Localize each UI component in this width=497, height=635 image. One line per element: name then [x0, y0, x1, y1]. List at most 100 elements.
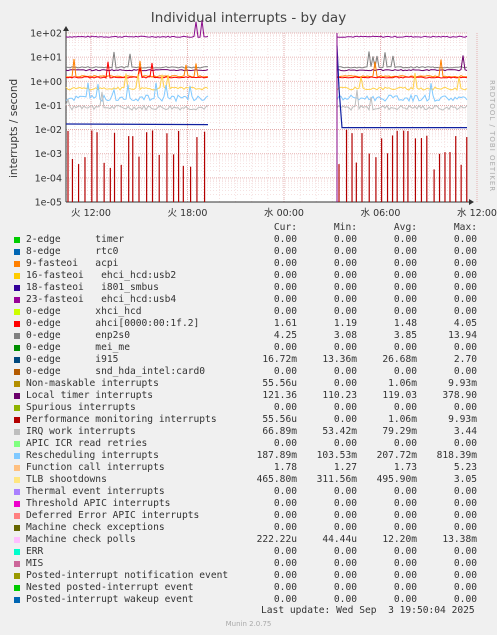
- legend-color-swatch: [14, 237, 20, 243]
- legend-value-min: 1.19: [333, 318, 357, 329]
- legend-value-cur: 0.00: [273, 294, 297, 305]
- legend-value-cur: 0.00: [273, 438, 297, 449]
- legend-color-swatch: [14, 285, 20, 291]
- y-axis-arrow: [63, 26, 69, 31]
- legend-value-max: 0.00: [453, 402, 477, 413]
- legend-series-name: 23-fasteoi ehci_hcd:usb4: [26, 294, 177, 305]
- legend-value-cur: 187.89m: [256, 450, 297, 461]
- x-tick-label: 火 12:00: [71, 208, 111, 219]
- legend-series-name: 8-edge rtc0: [26, 246, 119, 257]
- legend-header: Cur: Min: Avg: Max:: [12, 222, 492, 234]
- legend-color-swatch: [14, 369, 20, 375]
- legend-value-avg: 0.00: [393, 246, 417, 257]
- legend-value-min: 0.00: [333, 546, 357, 557]
- legend-value-max: 0.00: [453, 582, 477, 593]
- legend-value-avg: 0.00: [393, 270, 417, 281]
- legend-row: 8-edge rtc0 0.00 0.00 0.00 0.00: [12, 246, 492, 258]
- legend-row: Posted-interrupt notification event 0.00 0…: [12, 570, 492, 582]
- legend-series-name: Performance monitoring interrupts: [26, 414, 217, 425]
- legend-row: ERR 0.00 0.00 0.00 0.00: [12, 546, 492, 558]
- legend-row: 0-edge mei_me 0.00 0.00 0.00 0.00: [12, 342, 492, 354]
- legend-table: Cur: Min: Avg: Max: 2-edge timer 0.00 0.00 0.00…: [12, 222, 492, 606]
- legend-series-name: TLB shootdowns: [26, 474, 107, 485]
- legend-value-max: 0.00: [453, 282, 477, 293]
- legend-color-swatch: [14, 261, 20, 267]
- legend-color-swatch: [14, 333, 20, 339]
- legend-value-min: 1.27: [333, 462, 357, 473]
- legend-value-avg: 0.00: [393, 366, 417, 377]
- legend-value-cur: 0.00: [273, 570, 297, 581]
- y-tick-label: 1e-02: [35, 125, 62, 136]
- legend-value-avg: 495.90m: [376, 474, 417, 485]
- legend-value-min: 0.00: [333, 234, 357, 245]
- legend-series-name: Deferred Error APIC interrupts: [26, 510, 200, 521]
- legend-series-name: ERR: [26, 546, 44, 557]
- legend-value-avg: 1.48: [393, 318, 417, 329]
- legend-series-name: Spurious interrupts: [26, 402, 136, 413]
- legend-color-swatch: [14, 345, 20, 351]
- legend-series-name: 18-fasteoi i801_smbus: [26, 282, 159, 293]
- legend-series-name: 0-edge mei_me: [26, 342, 130, 353]
- legend-value-cur: 0.00: [273, 546, 297, 557]
- legend-series-name: IRQ work interrupts: [26, 426, 136, 437]
- legend-value-max: 0.00: [453, 438, 477, 449]
- legend-value-min: 0.00: [333, 258, 357, 269]
- legend-value-min: 0.00: [333, 570, 357, 581]
- legend-color-swatch: [14, 309, 20, 315]
- legend-value-cur: 66.89m: [262, 426, 297, 437]
- series-line-i915: [65, 123, 209, 126]
- legend-color-swatch: [14, 417, 20, 423]
- legend-value-min: 0.00: [333, 522, 357, 533]
- legend-row: Rescheduling interrupts 187.89m 103.53m 207…: [12, 450, 492, 462]
- legend-value-min: 0.00: [333, 498, 357, 509]
- y-tick-label: 1e+02: [30, 29, 62, 40]
- legend-value-avg: 207.72m: [376, 450, 417, 461]
- legend-value-min: 0.00: [333, 294, 357, 305]
- legend-color-swatch: [14, 537, 20, 543]
- legend-value-max: 13.94: [448, 330, 477, 341]
- munin-version: Munin 2.0.75: [225, 620, 272, 628]
- legend-value-max: 0.00: [453, 486, 477, 497]
- legend-value-max: 0.00: [453, 498, 477, 509]
- y-tick-label: 1e-01: [35, 101, 62, 112]
- legend-value-avg: 0.00: [393, 522, 417, 533]
- legend-color-swatch: [14, 549, 20, 555]
- legend-series-name: Rescheduling interrupts: [26, 450, 159, 461]
- legend-value-avg: 0.00: [393, 510, 417, 521]
- legend-value-cur: 0.00: [273, 510, 297, 521]
- legend-value-min: 13.36m: [322, 354, 357, 365]
- legend-row: IRQ work interrupts 66.89m 53.42m 79.29m 3.4…: [12, 426, 492, 438]
- legend-row: Machine check polls 222.22u 44.44u 12.20m 13…: [12, 534, 492, 546]
- legend-value-max: 0.00: [453, 558, 477, 569]
- legend-value-cur: 0.00: [273, 498, 297, 509]
- legend-value-max: 2.70: [453, 354, 477, 365]
- legend-value-min: 0.00: [333, 438, 357, 449]
- x-tick-label: 水 00:00: [264, 207, 304, 219]
- legend-value-avg: 0.00: [393, 486, 417, 497]
- legend-series-name: 0-edge enp2s0: [26, 330, 130, 341]
- legend-header-avg: Avg:: [393, 222, 417, 233]
- legend-value-cur: 0.00: [273, 366, 297, 377]
- legend-value-cur: 0.00: [273, 270, 297, 281]
- legend-value-cur: 0.00: [273, 402, 297, 413]
- legend-value-avg: 1.06m: [388, 414, 417, 425]
- legend-value-cur: 0.00: [273, 522, 297, 533]
- legend-value-cur: 0.00: [273, 342, 297, 353]
- legend-row: Machine check exceptions 0.00 0.00 0.00 0.00: [12, 522, 492, 534]
- legend-value-min: 3.08: [333, 330, 357, 341]
- legend-value-avg: 0.00: [393, 438, 417, 449]
- legend-row: MIS 0.00 0.00 0.00 0.00: [12, 558, 492, 570]
- legend-value-avg: 1.73: [393, 462, 417, 473]
- legend-value-max: 0.00: [453, 258, 477, 269]
- legend-value-max: 0.00: [453, 270, 477, 281]
- legend-color-swatch: [14, 321, 20, 327]
- legend-value-max: 818.39m: [436, 450, 477, 461]
- legend-value-avg: 3.85: [393, 330, 417, 341]
- x-tick-label: 水 06:00: [361, 207, 401, 219]
- legend-series-name: Threshold APIC interrupts: [26, 498, 171, 509]
- legend-value-max: 378.90: [442, 390, 477, 401]
- legend-value-cur: 4.25: [273, 330, 297, 341]
- legend-value-min: 0.00: [333, 558, 357, 569]
- legend-value-avg: 0.00: [393, 306, 417, 317]
- legend-series-name: 0-edge ahci[0000:00:1f.2]: [26, 318, 200, 329]
